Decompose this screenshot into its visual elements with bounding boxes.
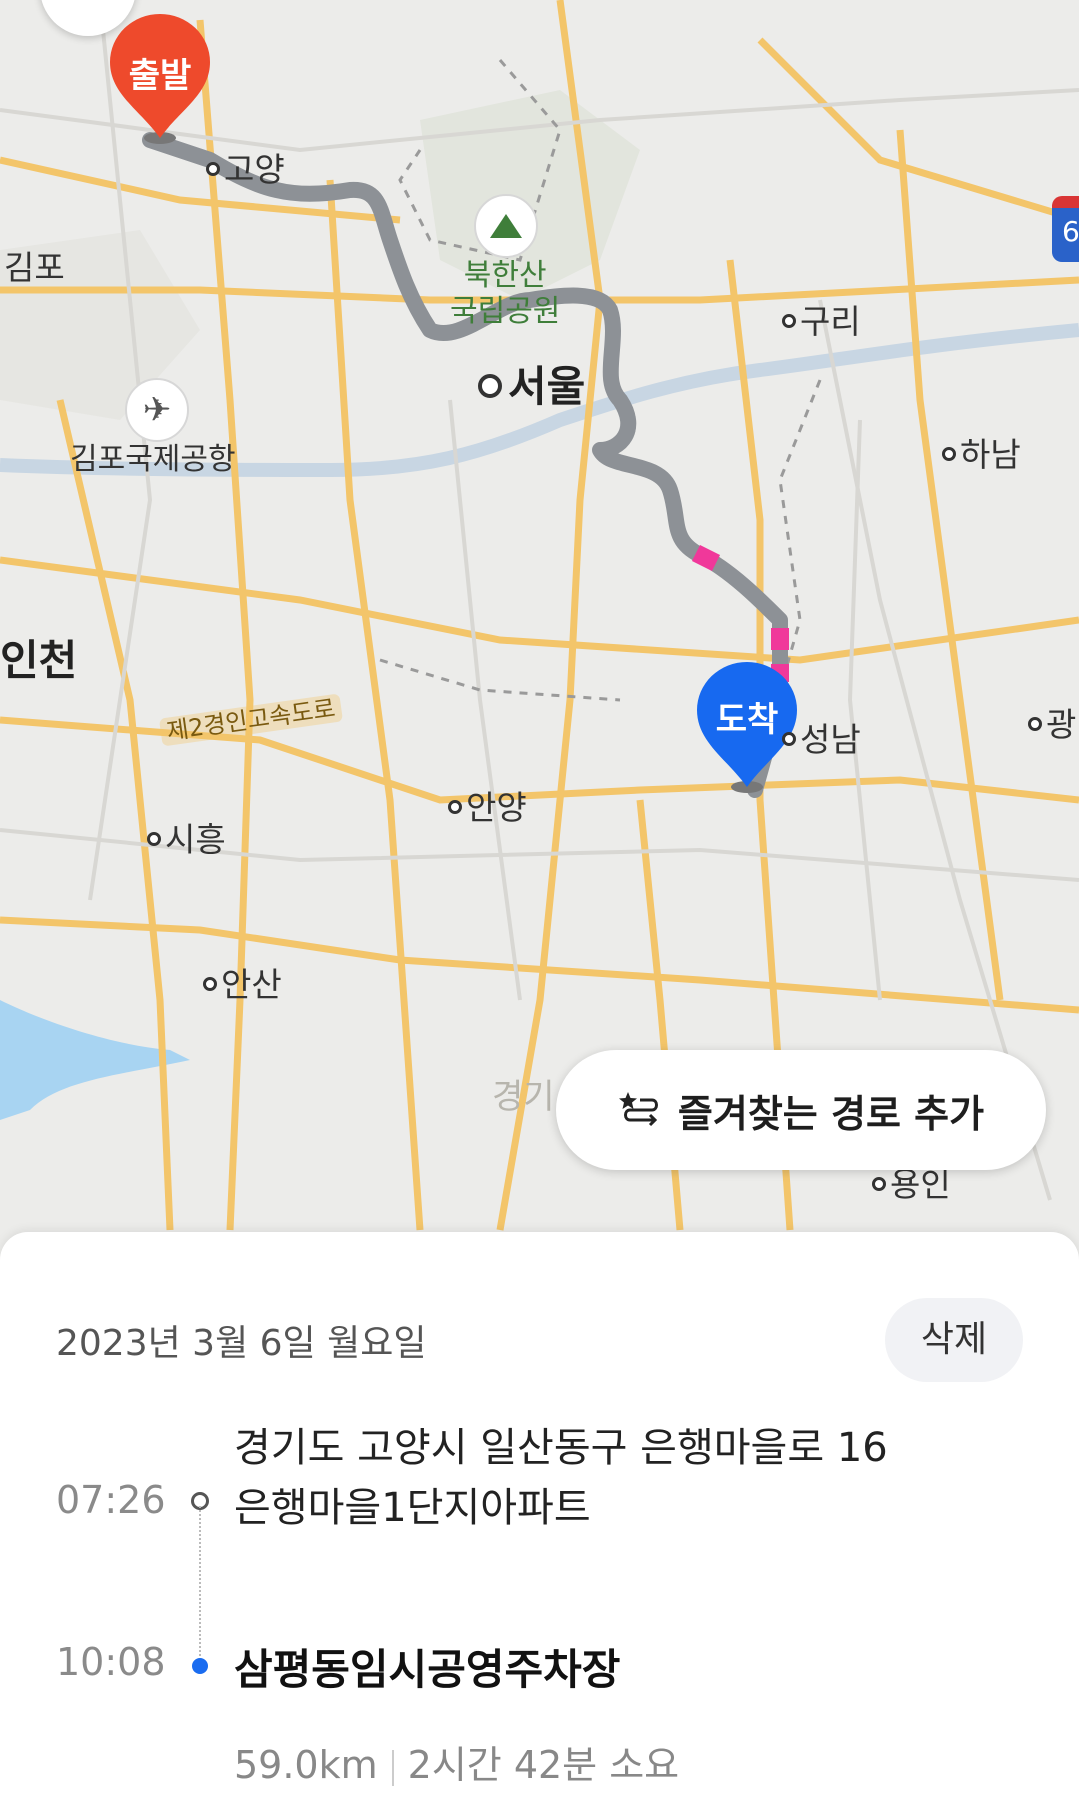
trip-summary: 59.0km 2시간 42분 소요 [234, 1734, 679, 1789]
place-dot-icon [448, 799, 462, 814]
place-hanam: 하남 [942, 438, 1021, 471]
place-label: 성남 [800, 720, 861, 759]
place-label: 고양 [224, 150, 285, 189]
place-guri: 구리 [782, 305, 861, 338]
add-favorite-route-label: 즐겨찾는 경로 추가 [677, 1091, 985, 1136]
place-label: 시흥 [165, 820, 226, 859]
place-label: 안산 [221, 965, 282, 1004]
place-dot-icon [782, 731, 796, 746]
place-goyang: 고양 [206, 153, 285, 186]
trip-detail-sheet: 2023년 3월 6일 월요일 삭제 07:26 경기도 고양시 일산동구 은행… [0, 1232, 1079, 1814]
place-label: 하남 [960, 435, 1021, 474]
place-label: 광 [1046, 705, 1077, 744]
region-gyeonggi: 경기 [492, 1080, 555, 1114]
place-label: 김포 [4, 248, 65, 287]
route-shield-icon: 6 [1052, 196, 1079, 262]
place-ansan: 안산 [203, 968, 282, 1001]
park-name: 북한산 [463, 258, 547, 293]
delete-button[interactable]: 삭제 [885, 1298, 1023, 1382]
place-dot-icon [203, 976, 217, 991]
timeline-connector [199, 1506, 201, 1656]
place-dot-icon [872, 1176, 886, 1191]
place-gimpo: 김포 [4, 251, 65, 284]
place-anyang: 안양 [448, 791, 527, 824]
summary-divider [391, 1749, 394, 1786]
place-dot-icon [782, 313, 796, 328]
airplane-icon: ✈ [125, 378, 189, 442]
place-bukhansan: 북한산 국립공원 [450, 258, 560, 330]
start-address[interactable]: 경기도 고양시 일산동구 은행마을로 16 은행마을1단지아파트 [234, 1418, 888, 1538]
start-address-line1: 경기도 고양시 일산동구 은행마을로 16 [234, 1425, 888, 1471]
start-pin-label: 출발 [128, 56, 192, 96]
capital-dot-icon [478, 373, 502, 398]
start-pin[interactable]: 출발 [110, 14, 210, 144]
route-shield-number: 6 [1062, 215, 1079, 248]
park-type: 국립공원 [450, 294, 561, 329]
place-label: 용인 [890, 1165, 951, 1204]
place-dot-icon [1028, 716, 1042, 731]
place-seoul: 서울 [478, 366, 585, 408]
end-point-dot [192, 1658, 208, 1674]
destination-name[interactable]: 삼평동임시공영주차장 [234, 1636, 620, 1697]
place-siheung: 시흥 [147, 823, 226, 856]
start-time: 07:26 [56, 1478, 166, 1522]
add-favorite-route-button[interactable]: 즐겨찾는 경로 추가 [556, 1050, 1046, 1170]
trip-distance: 59.0km [234, 1743, 378, 1787]
star-route-icon [618, 1092, 658, 1127]
place-seongnam: 성남 [782, 723, 861, 756]
place-label: 인천 [0, 636, 78, 685]
mountain-icon [474, 194, 538, 258]
place-label: 안양 [466, 788, 527, 827]
place-label: 구리 [800, 302, 861, 341]
place-dot-icon [147, 831, 161, 846]
place-label: 경기 [492, 1077, 555, 1117]
trip-date: 2023년 3월 6일 월요일 [56, 1323, 427, 1364]
place-yongin: 용인 [872, 1168, 951, 1201]
place-dot-icon [942, 446, 956, 461]
place-gwangju: 광 [1028, 708, 1076, 741]
start-address-line2: 은행마을1단지아파트 [234, 1485, 591, 1531]
end-time: 10:08 [56, 1640, 166, 1684]
place-dot-icon [206, 161, 220, 176]
place-label: 김포국제공항 [70, 442, 236, 477]
place-gimpo-airport: 김포국제공항 [70, 445, 236, 475]
map-view[interactable]: 출발 도착 고양 김포 ✈ 김포국제공항 북한산 국립공원 서울 구리 하남 인… [0, 0, 1079, 1260]
place-label: 서울 [508, 362, 586, 411]
place-incheon: 인천 [0, 640, 77, 682]
trip-duration: 2시간 42분 소요 [407, 1743, 680, 1787]
mountain-glyph [490, 214, 522, 238]
